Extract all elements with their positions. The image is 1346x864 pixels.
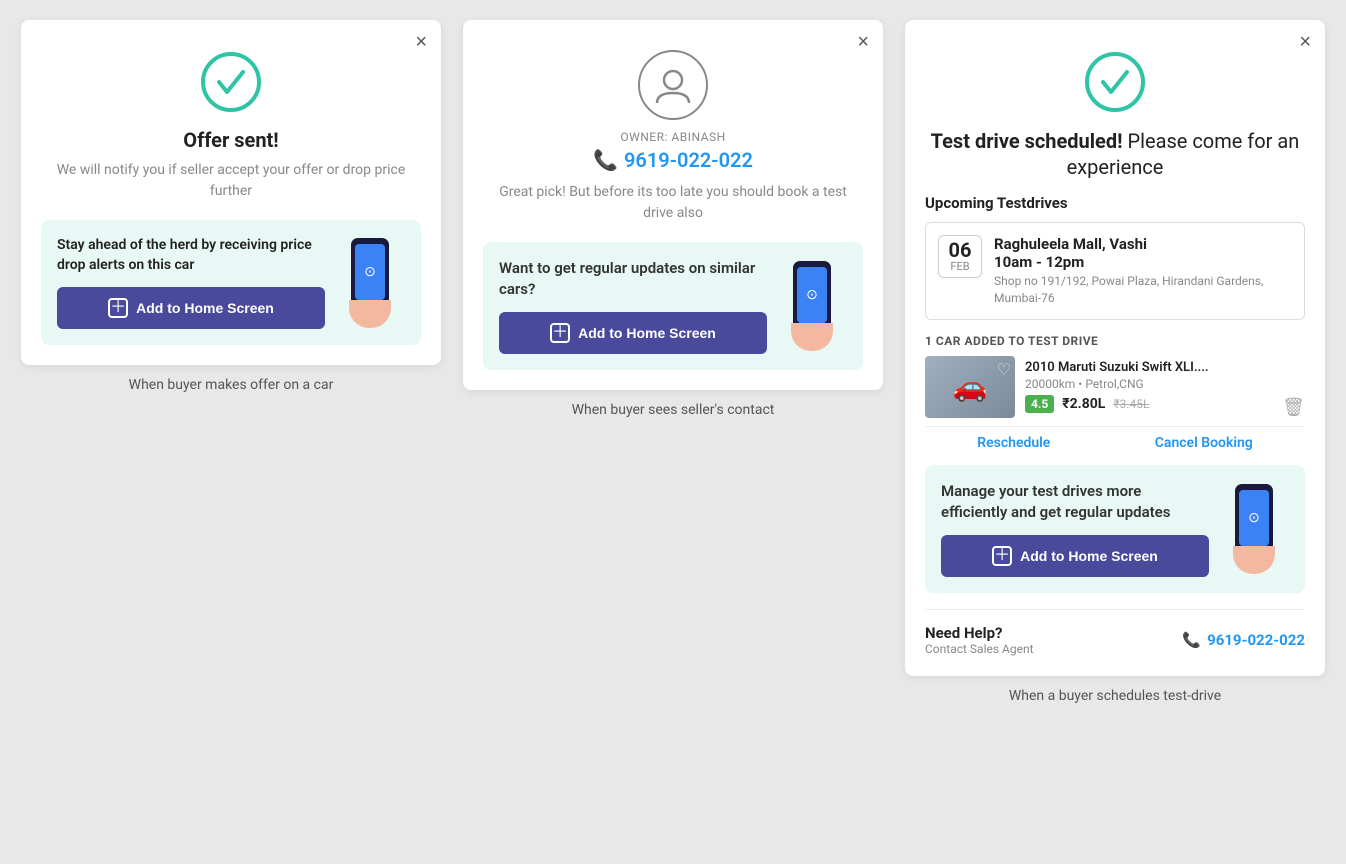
add-to-home-button[interactable]: ＋ Add to Home Screen [499, 312, 767, 354]
plus-icon: ＋ [108, 298, 128, 318]
manage-banner: Manage your test drives more efficiently… [925, 465, 1305, 593]
drive-card: 06 FEB Raghuleela Mall, Vashi 10am - 12p… [925, 222, 1305, 320]
venue-name: Raghuleela Mall, Vashi [994, 235, 1292, 253]
price-current: ₹2.80L [1062, 396, 1105, 412]
car-price-row: 4.5 ₹2.80L ₹3.45L [1025, 395, 1272, 413]
plus-icon: ＋ [992, 546, 1012, 566]
help-section: Need Help? Contact Sales Agent 📞 9619-02… [925, 609, 1305, 656]
banner-text: Want to get regular updates on similar c… [499, 258, 767, 300]
phone-icon: 📞 [1182, 631, 1201, 649]
drive-info: Raghuleela Mall, Vashi 10am - 12pm Shop … [994, 235, 1292, 307]
add-btn-label: Add to Home Screen [136, 300, 274, 316]
help-left: Need Help? Contact Sales Agent [925, 624, 1034, 656]
banner-text: Stay ahead of the herd by receiving pric… [57, 236, 325, 275]
testdrive-panel: × Test drive scheduled! Please come for … [905, 20, 1325, 676]
plus-icon: ＋ [550, 323, 570, 343]
date-month: FEB [941, 260, 979, 273]
testdrive-title: Test drive scheduled! Please come for an… [925, 128, 1305, 180]
owner-avatar [638, 50, 708, 120]
phone-illustration: ⊙ [1219, 484, 1289, 574]
close-button[interactable]: × [1299, 32, 1311, 52]
car-thumbnail: 🚗 ♡ [925, 356, 1015, 418]
owner-section: OWNER: ABINASH 📞 9619-022-022 Great pick… [483, 40, 863, 224]
close-button[interactable]: × [415, 32, 427, 52]
help-phone: 📞 9619-022-022 [1182, 631, 1305, 649]
heart-icon: ♡ [997, 360, 1011, 379]
add-btn-label: Add to Home Screen [578, 325, 716, 341]
phone-illustration: ⊙ [777, 261, 847, 351]
banner-text: Manage your test drives more efficiently… [941, 481, 1209, 523]
reschedule-link[interactable]: Reschedule [977, 435, 1050, 451]
date-number: 06 [941, 240, 979, 260]
offer-sent-panel: × Offer sent! We will notify you if sell… [21, 20, 441, 365]
updates-banner: Want to get regular updates on similar c… [483, 242, 863, 370]
action-links: Reschedule Cancel Booking [925, 426, 1305, 451]
rating-badge: 4.5 [1025, 395, 1054, 413]
venue-address: Shop no 191/192, Powai Plaza, Hirandani … [994, 273, 1292, 307]
owner-label: OWNER: ABINASH [483, 130, 863, 144]
car-details: 2010 Maruti Suzuki Swift XLI.... 20000km… [1025, 360, 1272, 413]
check-icon [199, 50, 263, 114]
phone-icon: 📞 [593, 148, 618, 172]
panel-title: Offer sent! [183, 128, 278, 152]
add-to-home-button[interactable]: ＋ Add to Home Screen [57, 287, 325, 329]
check-icon [1083, 50, 1147, 114]
pick-text: Great pick! But before its too late you … [483, 182, 863, 224]
panel-subtitle: We will notify you if seller accept your… [41, 160, 421, 202]
price-old: ₹3.45L [1113, 397, 1149, 411]
owner-phone: 📞 9619-022-022 [483, 148, 863, 172]
car-added-label: 1 CAR ADDED TO TEST DRIVE [925, 334, 1305, 348]
drive-time: 10am - 12pm [994, 253, 1292, 271]
price-drop-banner: Stay ahead of the herd by receiving pric… [41, 220, 421, 345]
title-bold: Test drive scheduled! [931, 129, 1123, 153]
help-phone-number: 9619-022-022 [1207, 631, 1305, 649]
panel-caption: When buyer makes offer on a car [129, 377, 334, 393]
car-meta: 20000km • Petrol,CNG [1025, 377, 1272, 391]
panel-caption: When buyer sees seller's contact [572, 402, 775, 418]
help-subtitle: Contact Sales Agent [925, 642, 1034, 656]
add-to-home-button[interactable]: ＋ Add to Home Screen [941, 535, 1209, 577]
date-box: 06 FEB [938, 235, 982, 278]
delete-icon[interactable]: 🗑 [1282, 397, 1305, 418]
close-button[interactable]: × [857, 32, 869, 52]
seller-contact-panel: × OWNER: ABINASH 📞 9619-022-022 Great pi… [463, 20, 883, 390]
help-title: Need Help? [925, 624, 1034, 642]
panel-caption: When a buyer schedules test-drive [1009, 688, 1221, 704]
upcoming-label: Upcoming Testdrives [925, 194, 1305, 212]
car-name: 2010 Maruti Suzuki Swift XLI.... [1025, 360, 1272, 375]
add-btn-label: Add to Home Screen [1020, 548, 1158, 564]
phone-illustration: ⊙ [335, 238, 405, 328]
car-row: 🚗 ♡ 2010 Maruti Suzuki Swift XLI.... 200… [925, 356, 1305, 418]
cancel-link[interactable]: Cancel Booking [1155, 435, 1253, 451]
